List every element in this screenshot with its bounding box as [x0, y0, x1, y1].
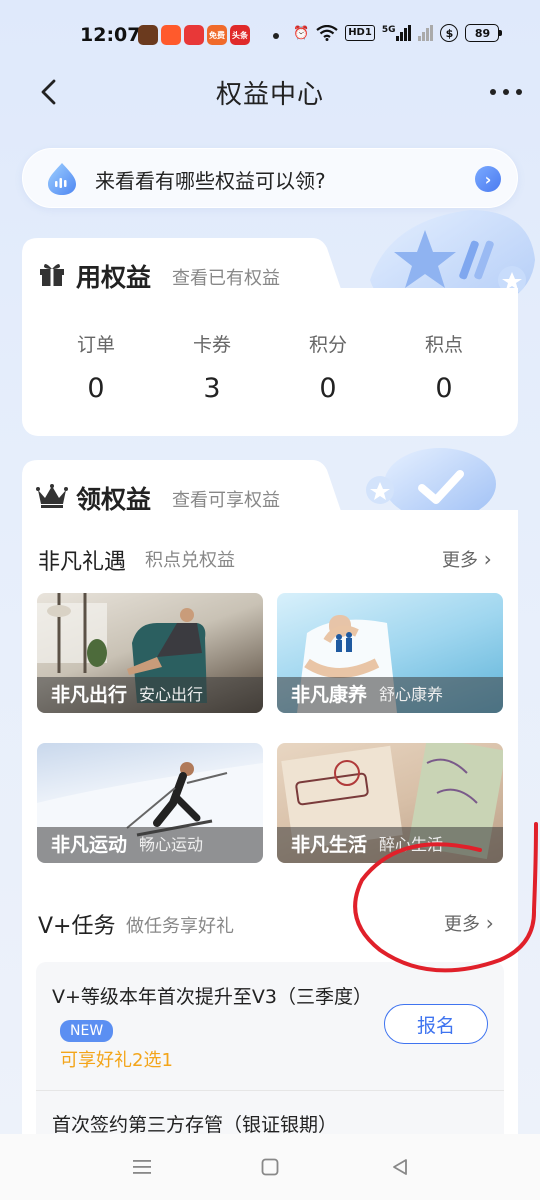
- signal-icon: 5G: [382, 25, 412, 41]
- tile-health[interactable]: 非凡康养 舒心康养: [277, 593, 503, 713]
- system-nav-bar: [0, 1134, 540, 1200]
- app-icon-2: [161, 25, 181, 45]
- battery-icon: 89: [465, 24, 503, 42]
- status-indicators: ⏰ HD1 5G $ 89: [293, 24, 503, 42]
- tasks-section-subtitle: 做任务享好礼: [126, 916, 234, 937]
- gifts-section-subtitle: 积点兑权益: [145, 550, 235, 571]
- chevron-right-icon: ›: [483, 547, 492, 571]
- red-circle-annotation: [353, 822, 538, 973]
- get-card-title: 领权益: [76, 485, 152, 514]
- tasks-section-title: V+任务: [38, 914, 116, 939]
- square-icon: [261, 1158, 279, 1176]
- app-icon-4: 免费: [207, 25, 227, 45]
- more-dots-icon: [490, 89, 522, 95]
- new-badge: NEW: [60, 1020, 114, 1042]
- tile-desc: 安心出行: [139, 685, 204, 704]
- divider: [36, 1090, 504, 1091]
- stat-value: 0: [435, 373, 453, 404]
- stat-label: 积点: [424, 334, 463, 356]
- use-card-view-link[interactable]: 查看已有权益: [172, 264, 280, 290]
- page-title: 权益中心: [215, 80, 324, 110]
- task-item-title[interactable]: 首次签约第三方存管（银证银期）: [52, 1110, 337, 1137]
- assistant-prompt-bar[interactable]: 来看看有哪些权益可以领? ›: [22, 148, 518, 208]
- app-icon-3: [184, 25, 204, 45]
- get-card-view-link[interactable]: 查看可享权益: [172, 486, 280, 512]
- stat-value: 3: [203, 373, 221, 404]
- stat-label: 积分: [308, 334, 347, 356]
- crown-icon: [36, 484, 68, 508]
- home-nav-button[interactable]: [250, 1152, 290, 1182]
- task-item-title[interactable]: V+等级本年首次提升至V3（三季度） NEW: [52, 980, 372, 1048]
- task-reward: 可享好礼2选1: [60, 1050, 173, 1071]
- task-title-text: V+等级本年首次提升至V3（三季度）: [52, 986, 373, 1008]
- tile-name: 非凡康养: [291, 684, 368, 706]
- menu-icon: [133, 1160, 151, 1174]
- check-badge-decoration: [366, 448, 496, 516]
- stat-orders[interactable]: 订单 0: [38, 330, 154, 404]
- gifts-more-link[interactable]: 更多 ›: [442, 546, 492, 572]
- menu-nav-button[interactable]: [122, 1152, 162, 1182]
- tile-desc: 舒心康养: [379, 685, 444, 704]
- stat-label: 订单: [76, 334, 115, 356]
- more-menu-button[interactable]: [484, 78, 528, 108]
- assistant-mascot-icon: [48, 163, 76, 195]
- back-nav-button[interactable]: [380, 1152, 420, 1182]
- app-icon-5: 头条: [230, 25, 250, 45]
- tile-name: 非凡运动: [51, 834, 128, 856]
- stat-label: 卡券: [192, 334, 231, 356]
- tile-sports[interactable]: 非凡运动 畅心运动: [37, 743, 263, 863]
- notification-icons: 免费 头条: [138, 25, 250, 45]
- stat-points[interactable]: 积分 0: [270, 330, 386, 404]
- notification-dot: [273, 33, 279, 39]
- hd-badge: HD1: [345, 25, 375, 41]
- stat-value: 0: [87, 373, 105, 404]
- signup-button[interactable]: 报名: [384, 1004, 488, 1044]
- status-bar: 12:07 免费 头条 ⏰ HD1 5G $ 89: [0, 0, 540, 70]
- tile-desc: 畅心运动: [139, 835, 204, 854]
- wifi-icon: [316, 25, 338, 41]
- tile-travel[interactable]: 非凡出行 安心出行: [37, 593, 263, 713]
- assistant-prompt-text: 来看看有哪些权益可以领?: [95, 169, 326, 193]
- app-icon-1: [138, 25, 158, 45]
- task-list: V+等级本年首次提升至V3（三季度） NEW 可享好礼2选1 报名 首次签约第三方…: [36, 962, 504, 1140]
- chevron-right-icon: ›: [475, 166, 501, 192]
- stat-value: 0: [319, 373, 337, 404]
- stat-coupons[interactable]: 卡券 3: [154, 330, 270, 404]
- stat-credits[interactable]: 积点 0: [386, 330, 502, 404]
- gifts-section-title: 非凡礼遇: [38, 550, 127, 575]
- alarm-icon: ⏰: [293, 25, 310, 41]
- tile-name: 非凡出行: [51, 684, 128, 706]
- triangle-back-icon: [393, 1159, 407, 1175]
- signal-2-icon: [418, 25, 434, 41]
- more-label: 更多: [442, 550, 478, 571]
- gift-icon: [40, 263, 64, 286]
- use-card-title: 用权益: [76, 263, 152, 292]
- dollar-shield-icon: $: [440, 24, 459, 42]
- status-time: 12:07: [80, 24, 141, 46]
